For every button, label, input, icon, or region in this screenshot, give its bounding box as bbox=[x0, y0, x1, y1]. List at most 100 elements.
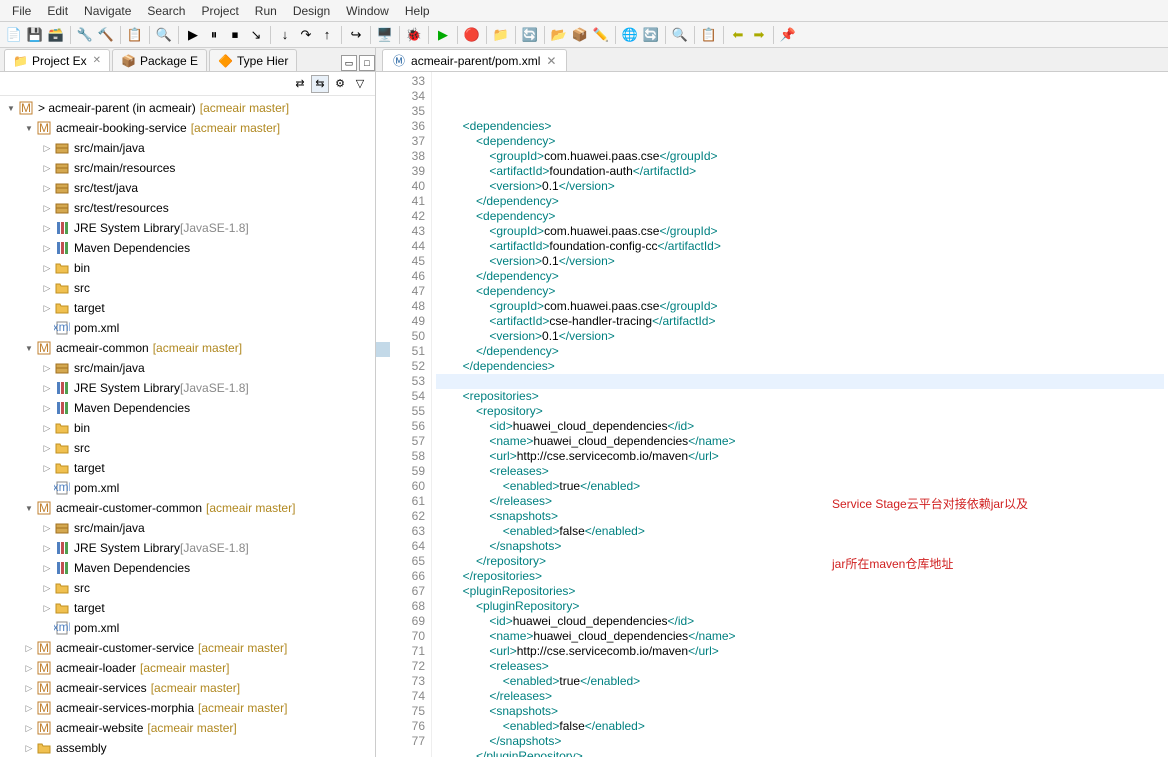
expand-arrow-icon[interactable] bbox=[22, 501, 36, 515]
code-line[interactable]: <groupId>com.huawei.paas.cse</groupId> bbox=[436, 299, 1164, 314]
code-line[interactable]: <enabled>false</enabled> bbox=[436, 719, 1164, 734]
code-line[interactable]: <groupId>com.huawei.paas.cse</groupId> bbox=[436, 149, 1164, 164]
code-line[interactable]: <releases> bbox=[436, 464, 1164, 479]
tree-row[interactable]: src/test/java bbox=[0, 178, 375, 198]
tree-row[interactable]: src/main/java bbox=[0, 138, 375, 158]
code-line[interactable]: <id>huawei_cloud_dependencies</id> bbox=[436, 614, 1164, 629]
tree-row[interactable]: JRE System Library [JavaSE-1.8] bbox=[0, 378, 375, 398]
view-tab[interactable]: 📦Package E bbox=[112, 49, 207, 71]
external-tools-button[interactable]: 📁 bbox=[491, 25, 511, 45]
editor-tab[interactable]: Ⓜ acmeair-parent/pom.xml ✕ bbox=[382, 49, 567, 71]
tree-row[interactable]: xmlpom.xml bbox=[0, 318, 375, 338]
expand-arrow-icon[interactable] bbox=[40, 181, 54, 195]
code-line[interactable]: <version>0.1</version> bbox=[436, 179, 1164, 194]
expand-arrow-icon[interactable] bbox=[40, 161, 54, 175]
tree-row[interactable]: src bbox=[0, 438, 375, 458]
refresh-button[interactable]: 🔄 bbox=[641, 25, 661, 45]
expand-arrow-icon[interactable] bbox=[40, 241, 54, 255]
expand-arrow-icon[interactable] bbox=[40, 541, 54, 555]
tree-row[interactable]: src/main/resources bbox=[0, 158, 375, 178]
code-line[interactable]: <dependency> bbox=[436, 209, 1164, 224]
tree-row[interactable]: src bbox=[0, 278, 375, 298]
expand-arrow-icon[interactable] bbox=[22, 341, 36, 355]
tree-row[interactable]: assembly bbox=[0, 738, 375, 757]
code-line[interactable]: <dependency> bbox=[436, 284, 1164, 299]
code-line[interactable]: </dependency> bbox=[436, 344, 1164, 359]
menu-item-design[interactable]: Design bbox=[285, 2, 338, 20]
collapse-all-button[interactable]: ⇄ bbox=[291, 75, 309, 93]
code-line[interactable]: </dependency> bbox=[436, 269, 1164, 284]
code-line[interactable]: </dependencies> bbox=[436, 359, 1164, 374]
code-line[interactable]: </repository> bbox=[436, 554, 1164, 569]
tree-row[interactable]: Macmeair-services-morphia[acmeair master… bbox=[0, 698, 375, 718]
code-line[interactable]: <groupId>com.huawei.paas.cse</groupId> bbox=[436, 224, 1164, 239]
tree-row[interactable]: bin bbox=[0, 418, 375, 438]
outline-button[interactable]: 📋 bbox=[699, 25, 719, 45]
code-line[interactable]: <enabled>true</enabled> bbox=[436, 479, 1164, 494]
view-tab[interactable]: 🔶Type Hier bbox=[209, 49, 297, 71]
tree-row[interactable]: xmlpom.xml bbox=[0, 618, 375, 638]
tree-row[interactable]: target bbox=[0, 458, 375, 478]
tree-row[interactable]: JRE System Library [JavaSE-1.8] bbox=[0, 538, 375, 558]
run-button[interactable]: ↪ bbox=[346, 25, 366, 45]
tree-row[interactable]: Macmeair-customer-common[acmeair master] bbox=[0, 498, 375, 518]
menu-item-file[interactable]: File bbox=[4, 2, 39, 20]
close-icon[interactable]: ✕ bbox=[93, 55, 101, 66]
expand-arrow-icon[interactable] bbox=[22, 701, 36, 715]
link-editor-button[interactable]: ⇆ bbox=[311, 75, 329, 93]
tree-row[interactable]: Maven Dependencies bbox=[0, 398, 375, 418]
new-package-button[interactable]: 📦 bbox=[570, 25, 590, 45]
tree-row[interactable]: Maven Dependencies bbox=[0, 238, 375, 258]
edit-button[interactable]: ✏️ bbox=[591, 25, 611, 45]
run-dropdown[interactable]: ▶ bbox=[433, 25, 453, 45]
new-project-button[interactable]: 📂 bbox=[549, 25, 569, 45]
step-return-button[interactable]: ↑ bbox=[317, 25, 337, 45]
tree-row[interactable]: Macmeair-booking-service[acmeair master] bbox=[0, 118, 375, 138]
code-line[interactable]: <pluginRepositories> bbox=[436, 584, 1164, 599]
pin-button[interactable]: 📌 bbox=[778, 25, 798, 45]
menu-item-help[interactable]: Help bbox=[397, 2, 438, 20]
expand-arrow-icon[interactable] bbox=[22, 121, 36, 135]
save-all-button[interactable]: 🗃️ bbox=[46, 25, 66, 45]
tree-row[interactable]: src/test/resources bbox=[0, 198, 375, 218]
code-line[interactable]: <name>huawei_cloud_dependencies</name> bbox=[436, 434, 1164, 449]
code-content[interactable]: Service Stage云平台对接依赖jar以及 jar所在maven仓库地址… bbox=[432, 72, 1168, 757]
expand-arrow-icon[interactable] bbox=[40, 281, 54, 295]
step-over-button[interactable]: ↷ bbox=[296, 25, 316, 45]
tool-button[interactable]: 🔧 bbox=[75, 25, 95, 45]
expand-arrow-icon[interactable] bbox=[40, 521, 54, 535]
code-line[interactable]: <artifactId>foundation-config-cc</artifa… bbox=[436, 239, 1164, 254]
code-line[interactable]: <id>huawei_cloud_dependencies</id> bbox=[436, 419, 1164, 434]
debug-button[interactable]: 🐞 bbox=[404, 25, 424, 45]
tree-row[interactable]: M> acmeair-parent (in acmeair)[acmeair m… bbox=[0, 98, 375, 118]
code-line[interactable]: <version>0.1</version> bbox=[436, 254, 1164, 269]
search-button[interactable]: 🔍 bbox=[670, 25, 690, 45]
tree-row[interactable]: Macmeair-customer-service[acmeair master… bbox=[0, 638, 375, 658]
focus-button[interactable]: ⚙ bbox=[331, 75, 349, 93]
tree-row[interactable]: src/main/java bbox=[0, 518, 375, 538]
code-line[interactable]: <snapshots> bbox=[436, 509, 1164, 524]
code-line[interactable]: </pluginRepository> bbox=[436, 749, 1164, 757]
tree-row[interactable]: Macmeair-services[acmeair master] bbox=[0, 678, 375, 698]
tree-row[interactable]: target bbox=[0, 598, 375, 618]
coverage-button[interactable]: 🔴 bbox=[462, 25, 482, 45]
code-line[interactable]: <repository> bbox=[436, 404, 1164, 419]
code-line[interactable]: <url>http://cse.servicecomb.io/maven</ur… bbox=[436, 449, 1164, 464]
tree-row[interactable]: Maven Dependencies bbox=[0, 558, 375, 578]
code-line[interactable]: <pluginRepository> bbox=[436, 599, 1164, 614]
code-line[interactable]: <artifactId>foundation-auth</artifactId> bbox=[436, 164, 1164, 179]
expand-arrow-icon[interactable] bbox=[40, 261, 54, 275]
menu-item-edit[interactable]: Edit bbox=[39, 2, 76, 20]
code-line[interactable]: <snapshots> bbox=[436, 704, 1164, 719]
code-line[interactable]: </dependency> bbox=[436, 194, 1164, 209]
expand-arrow-icon[interactable] bbox=[22, 681, 36, 695]
expand-arrow-icon[interactable] bbox=[40, 141, 54, 155]
code-line[interactable]: <version>0.1</version> bbox=[436, 329, 1164, 344]
view-menu-button[interactable]: ▽ bbox=[351, 75, 369, 93]
save-button[interactable]: 💾 bbox=[25, 25, 45, 45]
expand-arrow-icon[interactable] bbox=[40, 421, 54, 435]
expand-arrow-icon[interactable] bbox=[40, 561, 54, 575]
step-button[interactable]: ↘ bbox=[246, 25, 266, 45]
expand-arrow-icon[interactable] bbox=[40, 461, 54, 475]
tree-row[interactable]: src/main/java bbox=[0, 358, 375, 378]
